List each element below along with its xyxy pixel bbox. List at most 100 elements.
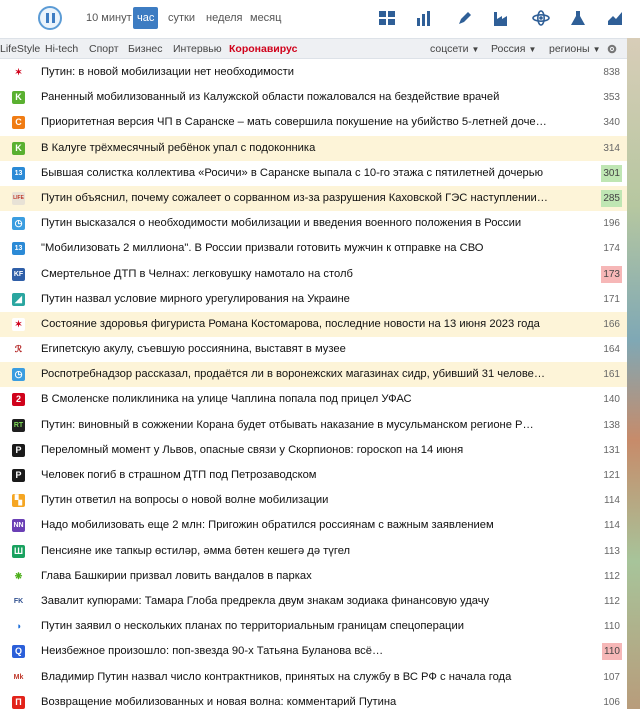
news-title-link[interactable]: В Смоленске поликлиника на улице Чаплина… bbox=[41, 387, 561, 412]
pause-button[interactable] bbox=[38, 6, 62, 30]
news-title-link[interactable]: Пенсияне ике тапкыр өстиләр, әмма бөтен … bbox=[41, 539, 561, 564]
period-hour[interactable]: час bbox=[133, 7, 159, 29]
regions-dropdown[interactable]: регионы ▼ bbox=[549, 39, 600, 59]
news-row[interactable]: ▚ Путин ответил на вопросы о новой волне … bbox=[0, 488, 627, 513]
news-row[interactable]: 13 "Мобилизовать 2 миллиона". В России пр… bbox=[0, 236, 627, 261]
period-week[interactable]: неделя bbox=[202, 7, 247, 29]
source-logo-icon: П bbox=[12, 695, 25, 709]
source-logo-icon: K bbox=[12, 141, 25, 155]
news-title-link[interactable]: Глава Башкирии призвал ловить вандалов в… bbox=[41, 564, 561, 589]
source-logo-icon: ✶ bbox=[12, 66, 25, 79]
category-interview[interactable]: Интервью bbox=[173, 39, 222, 59]
news-title-link[interactable]: Путин назвал условие мирного урегулирова… bbox=[41, 287, 561, 312]
news-row[interactable]: ❋ Глава Башкирии призвал ловить вандалов … bbox=[0, 564, 627, 589]
line-chart-icon[interactable] bbox=[605, 8, 625, 28]
news-row[interactable]: Ш Пенсияне ике тапкыр өстиләр, әмма бөтен… bbox=[0, 539, 627, 564]
atom-icon[interactable] bbox=[531, 8, 551, 28]
source-logo-icon: Mk bbox=[12, 670, 25, 684]
news-title-link[interactable]: Бывшая солистка коллектива «Росичи» в Са… bbox=[41, 161, 561, 186]
news-title-link[interactable]: Завалит купюрами: Тамара Глоба предрекла… bbox=[41, 589, 561, 614]
pause-icon bbox=[45, 13, 49, 23]
news-row[interactable]: ✶ Путин: в новой мобилизации нет необходи… bbox=[0, 60, 627, 85]
period-10-min[interactable]: 10 минут bbox=[82, 7, 136, 29]
news-title-link[interactable]: Смертельное ДТП в Челнах: легковушку нам… bbox=[41, 262, 561, 287]
news-row[interactable]: Q Неизбежное произошло: поп-звезда 90-х Т… bbox=[0, 639, 627, 664]
category-lifestyle[interactable]: LifeStyle bbox=[0, 39, 40, 59]
news-row[interactable]: K В Калуге трёхмесячный ребёнок упал с по… bbox=[0, 135, 627, 161]
news-title-link[interactable]: "Мобилизовать 2 миллиона". В России приз… bbox=[41, 236, 561, 261]
news-row[interactable]: LIFE Путин объяснил, почему сожалеет о со… bbox=[0, 185, 627, 212]
news-row[interactable]: FK Завалит купюрами: Тамара Глоба предрек… bbox=[0, 589, 627, 614]
news-title-link[interactable]: В Калуге трёхмесячный ребёнок упал с под… bbox=[41, 136, 561, 161]
pen-icon[interactable] bbox=[455, 8, 475, 28]
news-title-link[interactable]: Роспотребнадзор рассказал, продаётся ли … bbox=[41, 362, 561, 387]
source-logo-icon: NN bbox=[12, 519, 25, 533]
source-logo-icon: Ш bbox=[12, 544, 25, 558]
settings-icon[interactable] bbox=[606, 39, 618, 59]
news-row[interactable]: П Возвращение мобилизованных и новая волн… bbox=[0, 690, 627, 709]
news-title-link[interactable]: Приоритетная версия ЧП в Саранске – мать… bbox=[41, 110, 561, 135]
news-title-link[interactable]: Состояние здоровья фигуриста Романа Кост… bbox=[41, 312, 561, 337]
news-row[interactable]: 13 Бывшая солистка коллектива «Росичи» в … bbox=[0, 161, 627, 186]
news-title-link[interactable]: Возвращение мобилизованных и новая волна… bbox=[41, 690, 561, 709]
news-row[interactable]: K Раненный мобилизованный из Калужской об… bbox=[0, 85, 627, 110]
period-month[interactable]: месяц bbox=[246, 7, 285, 29]
news-title-link[interactable]: Путин: в новой мобилизации нет необходим… bbox=[41, 60, 561, 85]
source-logo-icon: P bbox=[12, 443, 25, 457]
news-title-link[interactable]: Владимир Путин назвал число контрактнико… bbox=[41, 665, 561, 690]
news-row[interactable]: P Человек погиб в страшном ДТП под Петроз… bbox=[0, 463, 627, 488]
news-row[interactable]: 2 В Смоленске поликлиника на улице Чаплин… bbox=[0, 387, 627, 412]
dashboard-icon[interactable] bbox=[377, 8, 397, 28]
factory-icon[interactable] bbox=[491, 8, 511, 28]
source-logo-icon: P bbox=[12, 469, 25, 482]
country-dropdown[interactable]: Россия ▼ bbox=[491, 39, 536, 59]
news-title-link[interactable]: Путин ответил на вопросы о новой волне м… bbox=[41, 488, 561, 513]
view-count: 112 bbox=[604, 595, 620, 607]
view-count: 353 bbox=[603, 92, 620, 104]
source-logo-icon: ◷ bbox=[12, 368, 25, 382]
category-sport[interactable]: Спорт bbox=[89, 39, 119, 59]
source-logo-icon: С bbox=[12, 116, 25, 130]
source-logo-icon: ❋ bbox=[12, 569, 25, 583]
news-row[interactable]: ✶ Состояние здоровья фигуриста Романа Кос… bbox=[0, 311, 627, 338]
bar-chart-icon[interactable] bbox=[414, 8, 434, 28]
category-business[interactable]: Бизнес bbox=[128, 39, 162, 59]
source-logo-icon: ✶ bbox=[12, 317, 25, 331]
news-row[interactable]: ◢ Путин назвал условие мирного урегулиров… bbox=[0, 287, 627, 312]
news-title-link[interactable]: Надо мобилизовать еще 2 млн: Пригожин об… bbox=[41, 513, 561, 538]
socials-dropdown[interactable]: соцсети ▼ bbox=[430, 39, 479, 59]
source-logo-icon: Q bbox=[12, 645, 25, 659]
view-count: 138 bbox=[603, 419, 620, 431]
view-count: 196 bbox=[603, 218, 620, 230]
news-title-link[interactable]: Путин высказался о необходимости мобилиз… bbox=[41, 211, 561, 236]
news-row[interactable]: P Переломный момент у Львов, опасные связ… bbox=[0, 438, 627, 463]
news-title-link[interactable]: Путин объяснил, почему сожалеет о сорван… bbox=[41, 186, 561, 211]
news-row[interactable]: RT Путин: виновный в сожжении Корана буде… bbox=[0, 413, 627, 438]
news-row[interactable]: ◷ Путин высказался о необходимости мобили… bbox=[0, 211, 627, 236]
news-title-link[interactable]: Переломный момент у Львов, опасные связи… bbox=[41, 438, 561, 463]
news-row[interactable]: ℛ Египетскую акулу, съевшую россиянина, в… bbox=[0, 337, 627, 362]
news-row[interactable]: ◷ Роспотребнадзор рассказал, продаётся ли… bbox=[0, 362, 627, 388]
news-title-link[interactable]: Египетскую акулу, съевшую россиянина, вы… bbox=[41, 337, 561, 362]
news-row[interactable]: KF Смертельное ДТП в Челнах: легковушку н… bbox=[0, 262, 627, 287]
news-row[interactable]: ◑ Путин заявил о нескольких планах по тер… bbox=[0, 614, 627, 639]
view-count: 166 bbox=[603, 318, 620, 330]
view-count: 131 bbox=[603, 444, 620, 456]
source-logo-icon: ℛ bbox=[12, 343, 25, 357]
news-title-link[interactable]: Путин заявил о нескольких планах по терр… bbox=[41, 614, 561, 639]
news-title-link[interactable]: Раненный мобилизованный из Калужской обл… bbox=[41, 85, 561, 110]
news-title-link[interactable]: Путин: виновный в сожжении Корана будет … bbox=[41, 413, 561, 438]
news-row[interactable]: NN Надо мобилизовать еще 2 млн: Пригожин … bbox=[0, 513, 627, 538]
category-hitech[interactable]: Hi-tech bbox=[45, 39, 78, 59]
source-logo-icon: LIFE bbox=[12, 191, 25, 205]
source-logo-icon: ▚ bbox=[12, 494, 25, 508]
top-toolbar: 10 минут час сутки неделя месяц bbox=[0, 0, 640, 36]
category-coronavirus[interactable]: Коронавирус bbox=[229, 39, 297, 59]
flask-icon[interactable] bbox=[568, 8, 588, 28]
news-row[interactable]: С Приоритетная версия ЧП в Саранске – мат… bbox=[0, 110, 627, 135]
news-row[interactable]: Mk Владимир Путин назвал число контрактни… bbox=[0, 665, 627, 690]
period-day[interactable]: сутки bbox=[164, 7, 199, 29]
source-logo-icon: KF bbox=[12, 267, 25, 281]
news-title-link[interactable]: Человек погиб в страшном ДТП под Петроза… bbox=[41, 463, 561, 488]
news-title-link[interactable]: Неизбежное произошло: поп-звезда 90-х Та… bbox=[41, 639, 561, 664]
